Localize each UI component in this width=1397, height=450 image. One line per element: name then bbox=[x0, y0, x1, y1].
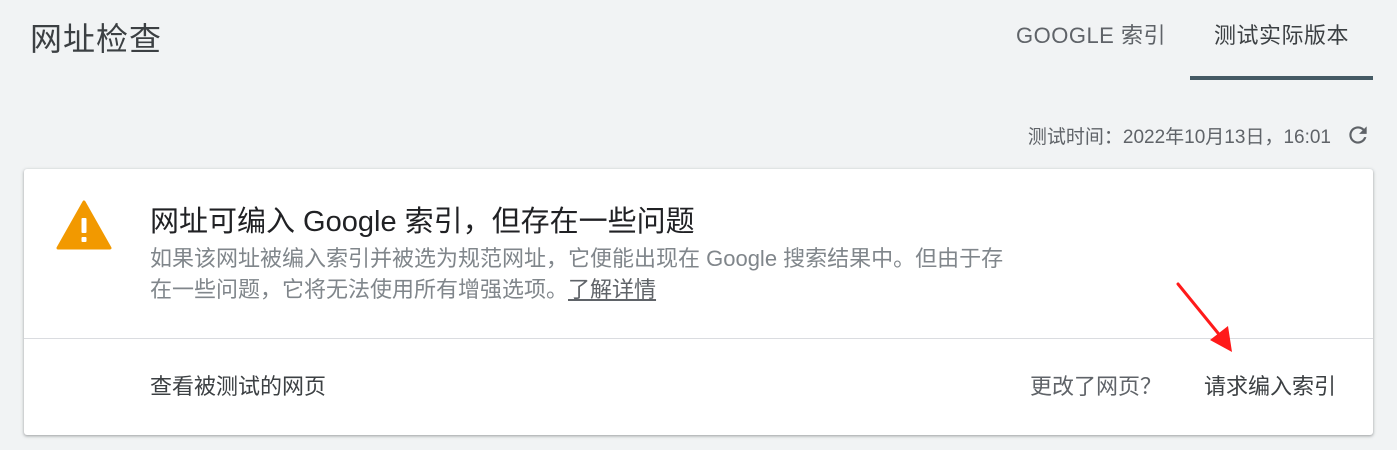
tab-live-test[interactable]: 测试实际版本 bbox=[1189, 0, 1374, 80]
request-indexing-button[interactable]: 请求编入索引 bbox=[1204, 369, 1336, 401]
test-time-label: 测试时间：2022年10月13日，16:01 bbox=[1027, 126, 1331, 148]
view-tested-page-button[interactable]: 查看被测试的网页 bbox=[150, 369, 326, 401]
status-description: 如果该网址被编入索引并被选为规范网址，它便能出现在 Google 搜索结果中。但… bbox=[150, 243, 1020, 305]
status-title: 网址可编入 Google 索引，但存在一些问题 bbox=[150, 206, 695, 238]
learn-more-link[interactable]: 了解详情 bbox=[568, 277, 656, 302]
tab-google-index[interactable]: GOOGLE 索引 bbox=[992, 0, 1190, 80]
page-changed-question: 更改了网页？ bbox=[1029, 374, 1162, 399]
test-time-row: 测试时间：2022年10月13日，16:01 bbox=[1028, 120, 1371, 150]
annotation-arrow-icon bbox=[1176, 282, 1232, 352]
page-title: 网址检查 bbox=[30, 21, 163, 57]
refresh-icon[interactable] bbox=[1345, 122, 1371, 148]
warning-icon bbox=[56, 200, 112, 250]
header: 网址检查 GOOGLE 索引 测试实际版本 bbox=[0, 0, 1397, 80]
tab-bar: GOOGLE 索引 测试实际版本 bbox=[992, 0, 1374, 80]
